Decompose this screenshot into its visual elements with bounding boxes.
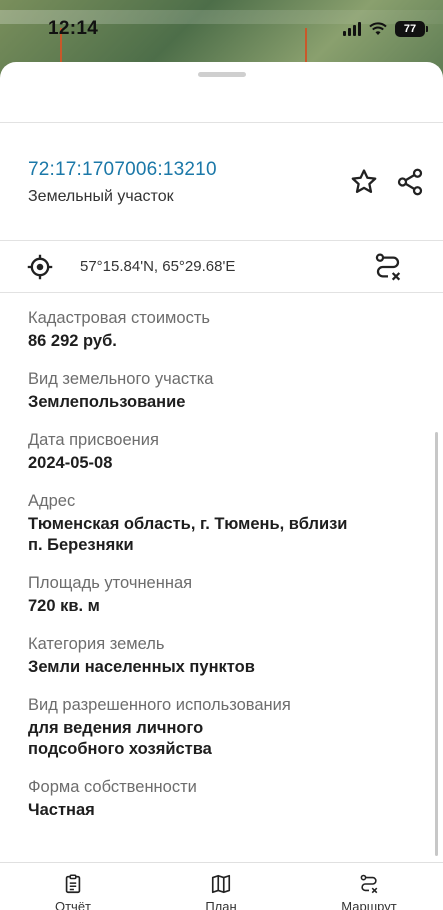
properties-list: Кадастровая стоимость 86 292 руб. Вид зе… (28, 308, 428, 838)
bottom-tab-bar: Отчёт План Маршрут (0, 862, 443, 910)
battery-icon: 77 (395, 21, 428, 37)
route-icon (360, 874, 378, 894)
property-value: Землепользование (28, 393, 186, 411)
property-value-line: подсобного хозяйства (28, 740, 212, 758)
coordinates-text[interactable]: 57°15.84'N, 65°29.68'E (80, 258, 235, 275)
property-label: Дата присвоения (28, 431, 159, 449)
property-value: 2024-05-08 (28, 454, 113, 472)
info-sheet: 72:17:1707006:13210 Земельный участок 57… (0, 62, 443, 910)
tab-label: План (205, 899, 237, 910)
property-land-category: Категория земель Земли населенных пункто… (28, 634, 428, 678)
property-land-kind: Вид земельного участка Землепользование (28, 369, 428, 413)
property-ownership: Форма собственности Частная (28, 777, 428, 821)
tab-report[interactable]: Отчёт (18, 863, 128, 910)
property-value: 720 кв. м (28, 597, 100, 615)
property-value-line: Тюменская область, г. Тюмень, вблизи (28, 515, 348, 533)
property-permitted-use: Вид разрешенного использования для веден… (28, 695, 428, 760)
share-icon (397, 168, 423, 196)
property-value-line: для ведения личного (28, 719, 204, 737)
tab-label: Отчёт (54, 899, 92, 910)
tab-plan[interactable]: План (166, 863, 276, 910)
property-label: Категория земель (28, 635, 165, 653)
share-button[interactable] (394, 166, 426, 198)
property-assign-date: Дата присвоения 2024-05-08 (28, 430, 428, 474)
property-label: Форма собственности (28, 778, 197, 796)
property-value: Земли населенных пунктов (28, 658, 255, 676)
divider (0, 122, 443, 123)
status-time: 12:14 (48, 18, 99, 39)
property-cadastral-value: Кадастровая стоимость 86 292 руб. (28, 308, 428, 352)
report-icon (65, 874, 81, 894)
coordinates-row: 57°15.84'N, 65°29.68'E (0, 242, 443, 292)
property-label: Площадь уточненная (28, 574, 193, 592)
cadastral-number[interactable]: 72:17:1707006:13210 (28, 159, 217, 181)
star-icon (351, 169, 377, 193)
divider (0, 240, 443, 241)
property-label: Вид земельного участка (28, 370, 214, 388)
tab-label: Маршрут (341, 899, 397, 910)
property-area: Площадь уточненная 720 кв. м (28, 573, 428, 617)
divider (0, 292, 443, 293)
property-value-line: п. Березняки (28, 536, 134, 554)
status-bar: 12:14 77 (0, 0, 443, 58)
location-target-icon[interactable] (26, 253, 54, 281)
battery-level: 77 (403, 23, 417, 35)
favorite-button[interactable] (348, 166, 380, 198)
status-icons: 77 (343, 21, 428, 37)
map-icon (211, 874, 231, 894)
property-address: Адрес Тюменская область, г. Тюмень, вбли… (28, 491, 428, 556)
property-label: Вид разрешенного использования (28, 696, 291, 714)
sheet-drag-handle[interactable] (198, 72, 246, 77)
property-value: 86 292 руб. (28, 332, 117, 350)
property-value: Частная (28, 801, 95, 819)
scrollbar[interactable] (435, 432, 438, 856)
property-label: Адрес (28, 492, 76, 510)
wifi-icon (369, 22, 387, 35)
tab-route[interactable]: Маршрут (314, 863, 424, 910)
property-label: Кадастровая стоимость (28, 309, 210, 327)
route-cancel-icon[interactable] (372, 251, 404, 283)
signal-icon (343, 22, 361, 36)
object-type: Земельный участок (28, 188, 174, 205)
